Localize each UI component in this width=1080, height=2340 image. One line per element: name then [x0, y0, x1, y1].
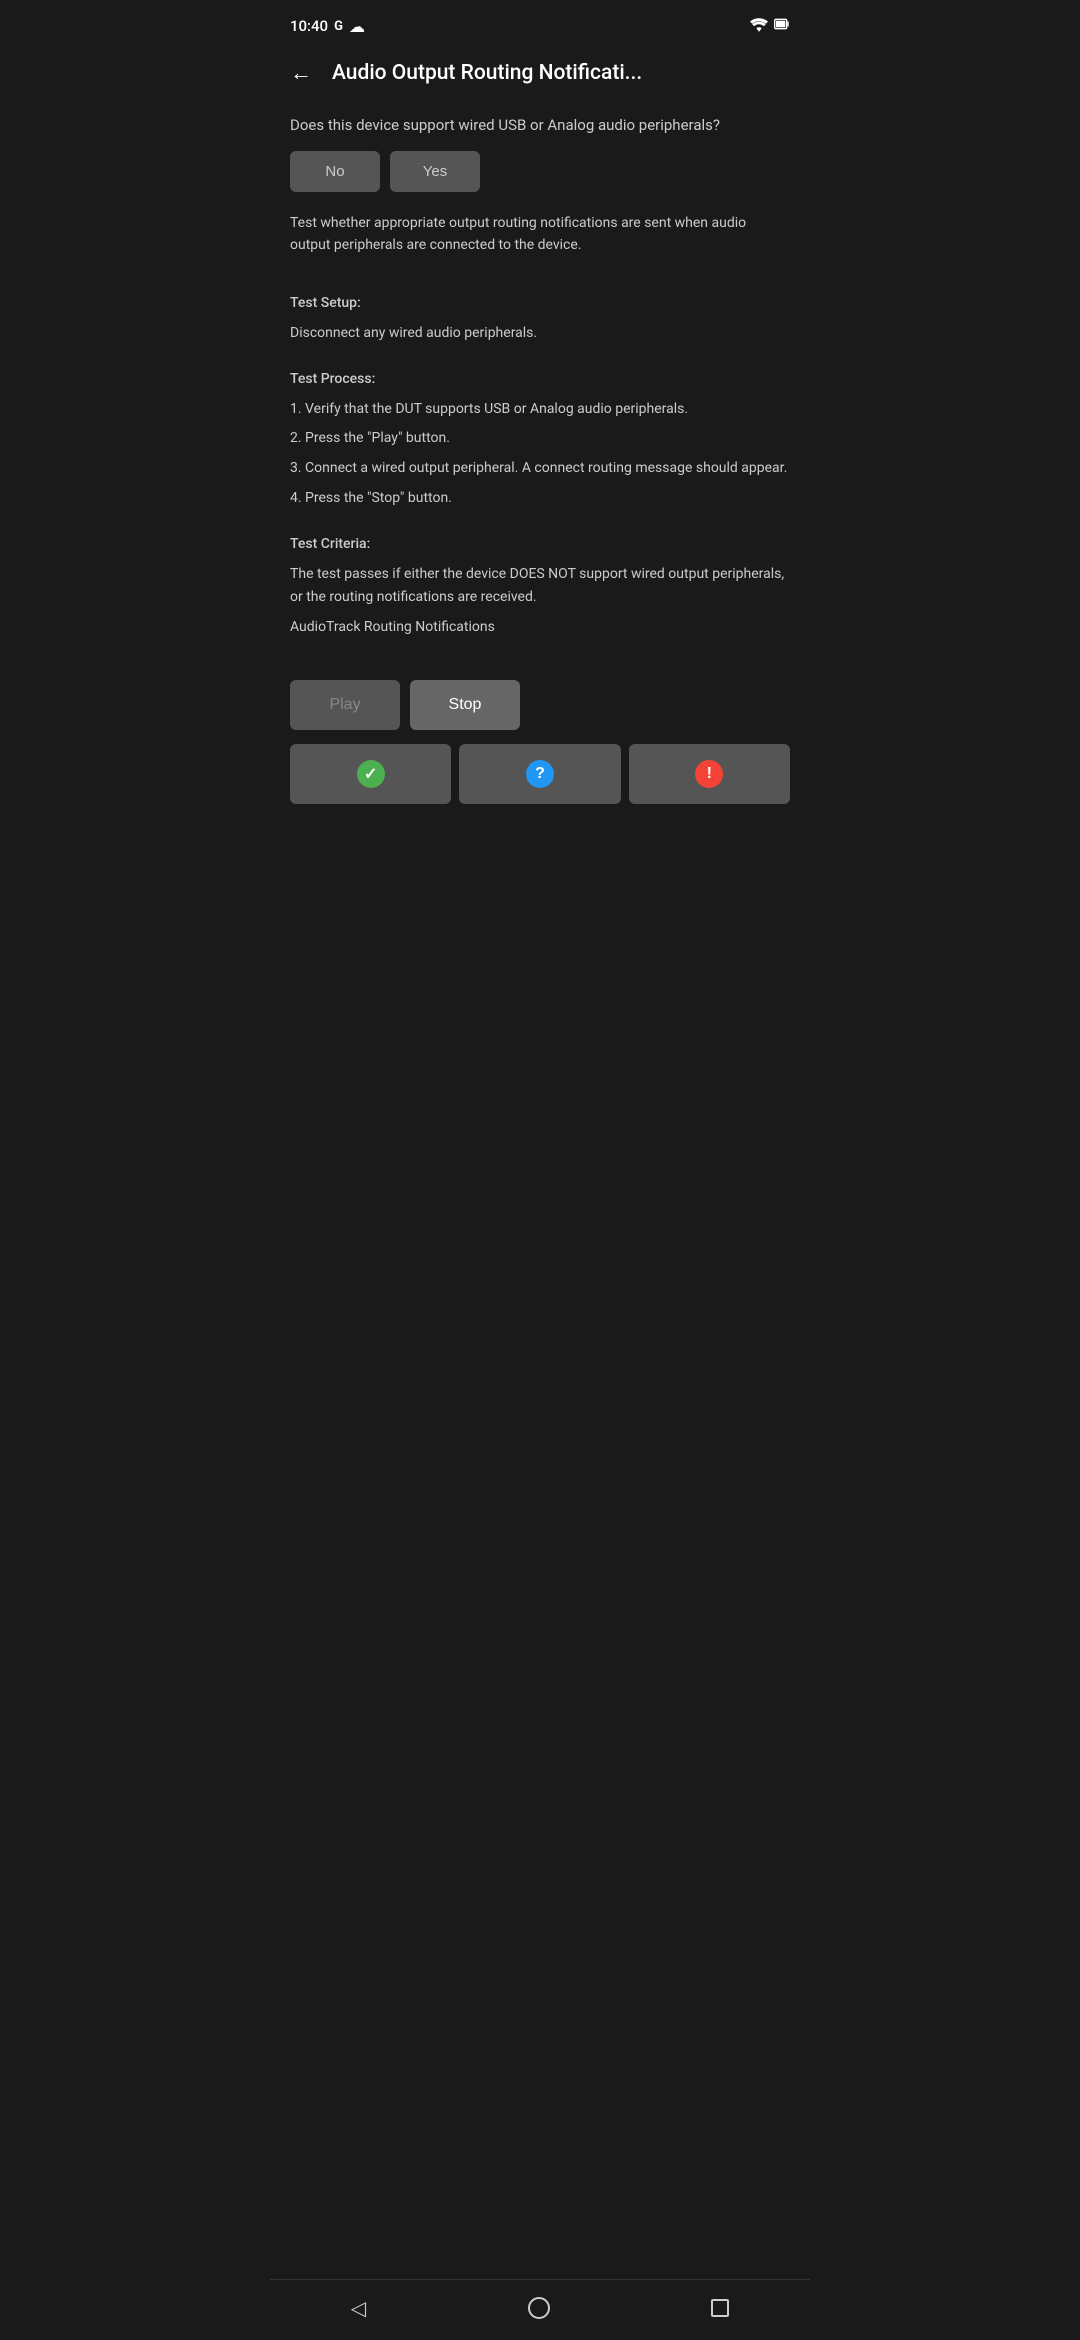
app-bar: ← Audio Output Routing Notificati... [270, 48, 810, 106]
cloud-icon: ☁ [349, 17, 365, 36]
yes-button[interactable]: Yes [390, 151, 480, 192]
test-process-title: Test Process: [290, 368, 790, 392]
audio-track-label: AudioTrack Routing Notifications [290, 616, 790, 640]
no-button[interactable]: No [290, 151, 380, 192]
test-setup-title: Test Setup: [290, 292, 790, 316]
yes-no-row: No Yes [290, 151, 790, 192]
test-process-line-4: 4. Press the "Stop" button. [290, 487, 790, 511]
status-right [750, 16, 790, 36]
nav-home-button[interactable] [528, 2297, 550, 2319]
result-row: ✓ ? ! [290, 744, 790, 804]
back-button[interactable]: ← [286, 56, 316, 90]
status-time: 10:40 [290, 17, 328, 35]
test-criteria-title: Test Criteria: [290, 533, 790, 557]
stop-button[interactable]: Stop [410, 680, 520, 730]
google-icon: G [334, 19, 343, 34]
battery-icon [774, 16, 790, 36]
test-criteria-body: The test passes if either the device DOE… [290, 563, 790, 611]
nav-back-button[interactable]: ◁ [351, 2296, 366, 2320]
bottom-nav: ◁ [270, 2279, 810, 2340]
test-process-line-2: 2. Press the "Play" button. [290, 427, 790, 451]
status-bar: 10:40 G ☁ [270, 0, 810, 48]
nav-recent-button[interactable] [711, 2299, 729, 2317]
fail-button[interactable]: ! [629, 744, 790, 804]
status-left: 10:40 G ☁ [290, 17, 365, 36]
main-content: Does this device support wired USB or An… [270, 106, 810, 834]
play-button[interactable]: Play [290, 680, 400, 730]
test-setup-body: Disconnect any wired audio peripherals. [290, 322, 790, 346]
question-text: Does this device support wired USB or An… [290, 114, 790, 137]
playback-section: Play Stop ✓ ? ! [290, 670, 790, 814]
test-process-line-1: 1. Verify that the DUT supports USB or A… [290, 398, 790, 422]
playback-row: Play Stop [290, 680, 790, 730]
pass-button[interactable]: ✓ [290, 744, 451, 804]
description-text: Test whether appropriate output routing … [290, 212, 790, 257]
info-icon: ? [526, 760, 554, 788]
test-process-line-3: 3. Connect a wired output peripheral. A … [290, 457, 790, 481]
info-button[interactable]: ? [459, 744, 620, 804]
wifi-icon [750, 17, 768, 36]
pass-icon: ✓ [357, 760, 385, 788]
page-title: Audio Output Routing Notificati... [332, 61, 794, 85]
fail-icon: ! [695, 760, 723, 788]
